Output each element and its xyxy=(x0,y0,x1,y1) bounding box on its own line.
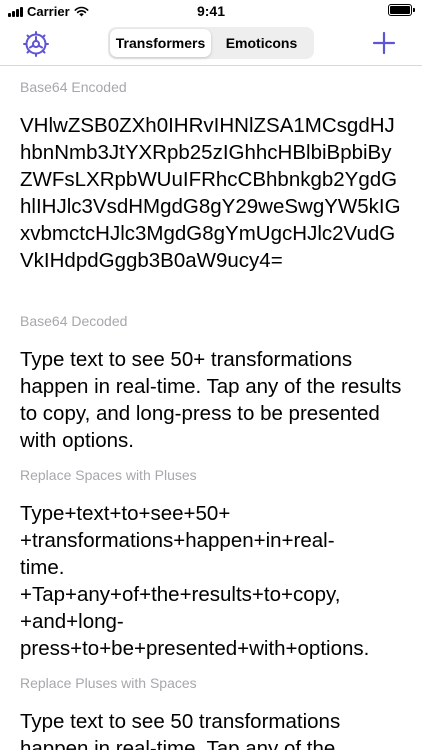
section-value: Type+text+to+see+50+ +transformations+ha… xyxy=(20,502,370,660)
add-button[interactable] xyxy=(372,31,396,55)
gear-icon xyxy=(23,31,49,57)
mode-segmented-control: Transformers Emoticons xyxy=(108,27,314,59)
result-replace-pluses-with-spaces[interactable]: Replace Pluses with Spaces Type text to … xyxy=(0,674,422,750)
navigation-bar: Transformers Emoticons xyxy=(0,22,422,66)
result-base64-decoded[interactable]: Base64 Decoded Type text to see 50+ tran… xyxy=(0,312,422,454)
battery-icon xyxy=(388,4,415,16)
section-label: Base64 Encoded xyxy=(20,79,127,95)
section-label: Replace Pluses with Spaces xyxy=(20,675,197,691)
transformations-list: Base64 Encoded VHlwZSB0ZXh0IHRvIHNlZSA1M… xyxy=(0,66,422,750)
status-right xyxy=(388,4,415,16)
section-value: Type text to see 50 transformations happ… xyxy=(20,710,341,750)
section-value: Type text to see 50+ transformations hap… xyxy=(20,348,402,452)
status-time: 9:41 xyxy=(196,3,226,19)
result-replace-spaces-with-pluses[interactable]: Replace Spaces with Pluses Type+text+to+… xyxy=(0,466,389,662)
tab-emoticons[interactable]: Emoticons xyxy=(211,29,312,57)
section-label: Base64 Decoded xyxy=(20,313,128,329)
section-label: Replace Spaces with Pluses xyxy=(20,467,197,483)
plus-icon xyxy=(372,31,396,55)
section-value: VHlwZSB0ZXh0IHRvIHNlZSA1MCsgdHJhbnNmb3Jt… xyxy=(20,114,401,272)
tab-transformers[interactable]: Transformers xyxy=(110,29,211,57)
result-base64-encoded[interactable]: Base64 Encoded VHlwZSB0ZXh0IHRvIHNlZSA1M… xyxy=(0,78,422,274)
status-bar: Carrier 9:41 xyxy=(0,0,422,22)
settings-button[interactable] xyxy=(22,30,50,58)
